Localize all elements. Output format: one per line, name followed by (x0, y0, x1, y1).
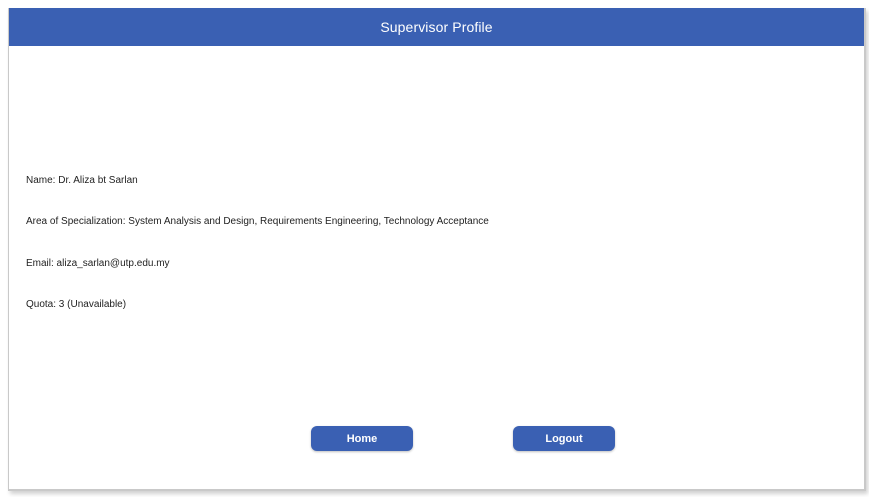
page-title: Supervisor Profile (380, 19, 493, 35)
logout-button[interactable]: Logout (513, 426, 615, 451)
header-bar: Supervisor Profile (9, 8, 864, 46)
home-button[interactable]: Home (311, 426, 413, 451)
supervisor-name: Name: Dr. Aliza bt Sarlan (26, 175, 138, 186)
supervisor-specialization: Area of Specialization: System Analysis … (26, 216, 489, 227)
app-screen: Supervisor Profile Name: Dr. Aliza bt Sa… (8, 8, 866, 491)
supervisor-email: Email: aliza_sarlan@utp.edu.my (26, 258, 170, 269)
supervisor-quota: Quota: 3 (Unavailable) (26, 299, 127, 310)
